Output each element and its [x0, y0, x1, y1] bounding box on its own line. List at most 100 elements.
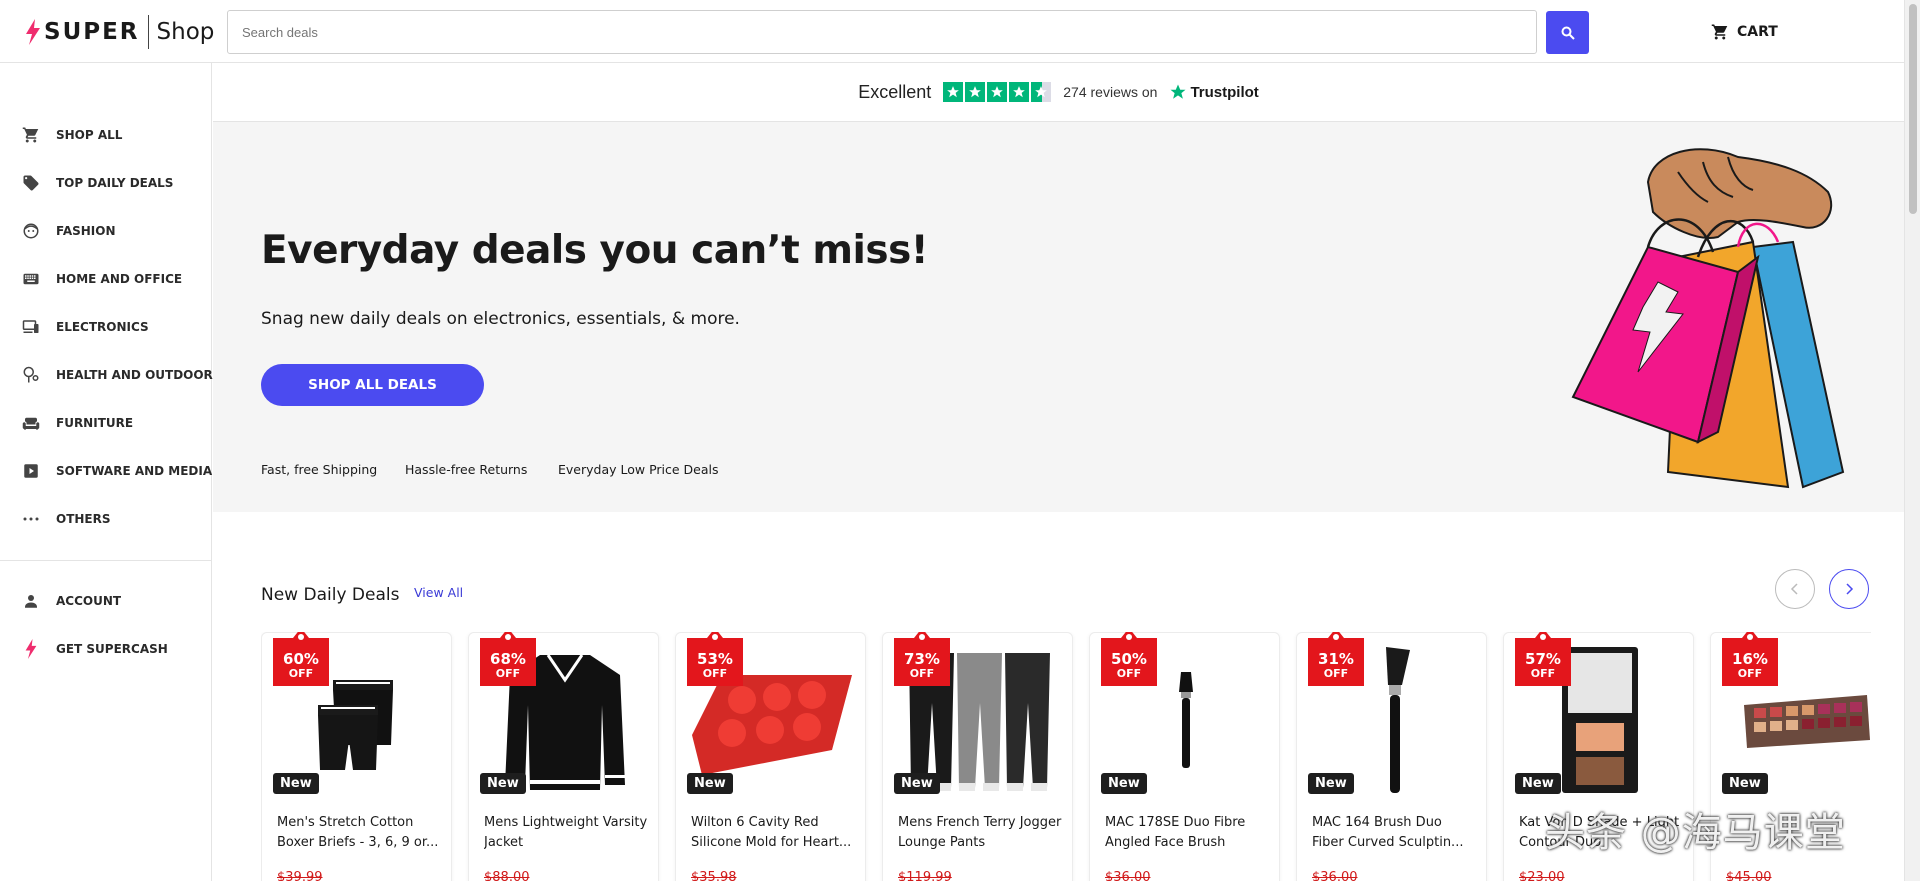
- product-card[interactable]: 60% OFF New Men's Stretch Cotton Boxer B…: [261, 632, 452, 881]
- tag-icon: [20, 172, 42, 194]
- original-price: $36.00: [1312, 870, 1358, 881]
- bolt-logo-icon: [26, 19, 40, 45]
- original-price: $23.00: [1519, 870, 1565, 881]
- discount-badge: 57% OFF: [1515, 632, 1571, 686]
- view-all-link[interactable]: View All: [414, 585, 463, 600]
- new-badge: New: [1515, 773, 1561, 794]
- sidebar-item-shop-all[interactable]: SHOP ALL: [20, 123, 122, 147]
- outdoor-icon: [20, 364, 42, 386]
- original-price: $39.99: [277, 870, 323, 881]
- sidebar-item-software-and-media[interactable]: SOFTWARE AND MEDIA: [20, 459, 212, 483]
- sidebar-item-label: SHOP ALL: [56, 128, 123, 142]
- logo[interactable]: SUPER Shop: [24, 14, 214, 50]
- sidebar-item-home-and-office[interactable]: HOME AND OFFICE: [20, 267, 182, 291]
- original-price: $35.98: [691, 870, 737, 881]
- person-icon: [20, 590, 42, 612]
- shopping-bags-illustration: [1571, 148, 1845, 489]
- sidebar-item-label: HEALTH AND OUTDOOR: [56, 368, 213, 382]
- discount-off-label: OFF: [702, 667, 728, 680]
- feature-low-price: Everyday Low Price Deals: [558, 462, 719, 477]
- star-icon: [987, 82, 1008, 102]
- keyboard-icon: [20, 268, 42, 290]
- sidebar-item-electronics[interactable]: ELECTRONICS: [20, 315, 149, 339]
- play-icon: [20, 460, 42, 482]
- rating-stars: [943, 82, 1052, 102]
- chevron-right-icon: [1846, 583, 1854, 595]
- new-badge: New: [1308, 773, 1354, 794]
- discount-percent: 73%: [904, 650, 940, 668]
- discount-badge: 73% OFF: [894, 632, 950, 686]
- sidebar-item-label: TOP DAILY DEALS: [56, 176, 174, 190]
- devices-icon: [20, 316, 42, 338]
- discount-off-label: OFF: [1530, 667, 1556, 680]
- sofa-icon: [20, 412, 42, 434]
- sidebar-item-others[interactable]: OTHERS: [20, 507, 111, 531]
- new-badge: New: [1101, 773, 1147, 794]
- chevron-left-icon: [1790, 583, 1798, 595]
- sidebar-item-label: FASHION: [56, 224, 116, 238]
- product-card[interactable]: 68% OFF New Mens Lightweight Varsity Jac…: [468, 632, 659, 881]
- product-name[interactable]: MAC 164 Brush Duo Fiber Curved Sculptin.…: [1312, 813, 1477, 853]
- cart-button[interactable]: CART: [1711, 20, 1778, 44]
- product-name[interactable]: Mens French Terry Jogger Lounge Pants: [898, 813, 1063, 853]
- shop-all-deals-button[interactable]: SHOP ALL DEALS: [261, 364, 484, 406]
- search-button[interactable]: [1546, 11, 1589, 54]
- sidebar-item-label: GET SUPERCASH: [56, 642, 168, 656]
- original-price: $36.00: [1105, 870, 1151, 881]
- discount-badge: 60% OFF: [273, 632, 329, 686]
- new-badge: New: [894, 773, 940, 794]
- discount-badge: 31% OFF: [1308, 632, 1364, 686]
- discount-off-label: OFF: [1737, 667, 1763, 680]
- star-icon: [965, 82, 986, 102]
- discount-badge: 68% OFF: [480, 632, 536, 686]
- search-icon: [1561, 26, 1575, 40]
- original-price: $45.00: [1726, 870, 1772, 881]
- discount-percent: 50%: [1111, 650, 1147, 668]
- product-name[interactable]: Mens Lightweight Varsity Jacket: [484, 813, 649, 853]
- logo-shop-text: Shop: [156, 19, 215, 45]
- sidebar-item-label: ACCOUNT: [56, 594, 122, 608]
- face-icon: [20, 220, 42, 242]
- sidebar-item-label: OTHERS: [56, 512, 111, 526]
- carousel-prev-button[interactable]: [1775, 569, 1815, 609]
- original-price: $88.00: [484, 870, 530, 881]
- discount-off-label: OFF: [909, 667, 935, 680]
- sidebar-item-furniture[interactable]: FURNITURE: [20, 411, 133, 435]
- search-input[interactable]: [227, 10, 1537, 54]
- sidebar-item-get-supercash[interactable]: GET SUPERCASH: [20, 637, 168, 661]
- sidebar-item-account[interactable]: ACCOUNT: [20, 589, 121, 613]
- product-name[interactable]: Wilton 6 Cavity Red Silicone Mold for He…: [691, 813, 856, 853]
- discount-percent: 68%: [490, 650, 526, 668]
- section-title: New Daily Deals: [261, 585, 400, 605]
- discount-percent: 53%: [697, 650, 733, 668]
- new-badge: New: [273, 773, 319, 794]
- cart-icon: [20, 124, 42, 146]
- page-scrollbar[interactable]: [1904, 0, 1920, 881]
- sidebar: SHOP ALL TOP DAILY DEALS FASHION HOME AN…: [0, 63, 213, 881]
- sidebar-item-top-daily-deals[interactable]: TOP DAILY DEALS: [20, 171, 173, 195]
- hero-title: Everyday deals you can’t miss!: [261, 228, 929, 273]
- new-badge: New: [1722, 773, 1768, 794]
- sidebar-item-health-and-outdoor[interactable]: HEALTH AND OUTDOOR: [20, 363, 213, 387]
- star-icon: [1009, 82, 1030, 102]
- logo-divider: [147, 15, 149, 49]
- new-badge: New: [687, 773, 733, 794]
- carousel-next-button[interactable]: [1829, 569, 1869, 609]
- discount-badge: 50% OFF: [1101, 632, 1157, 686]
- product-name[interactable]: MAC 178SE Duo Fibre Angled Face Brush: [1105, 813, 1270, 853]
- trustpilot-bar[interactable]: Excellent 274 reviews on Trustpilot: [213, 63, 1904, 122]
- sidebar-item-label: ELECTRONICS: [56, 320, 149, 334]
- half-star-icon: [1031, 82, 1052, 102]
- cart-icon: [1711, 24, 1728, 40]
- product-card[interactable]: 53% OFF New Wilton 6 Cavity Red Silicone…: [675, 632, 866, 881]
- sidebar-item-fashion[interactable]: FASHION: [20, 219, 116, 243]
- hero-banner: Everyday deals you can’t miss! Snag new …: [213, 122, 1904, 512]
- discount-off-label: OFF: [288, 667, 314, 680]
- discount-badge: 16% OFF: [1722, 632, 1778, 686]
- product-card[interactable]: 73% OFF New Mens French Terry Jogger Lou…: [882, 632, 1073, 881]
- product-card[interactable]: 50% OFF New MAC 178SE Duo Fibre Angled F…: [1089, 632, 1280, 881]
- discount-percent: 16%: [1732, 650, 1768, 668]
- product-name[interactable]: Men's Stretch Cotton Boxer Briefs - 3, 6…: [277, 813, 442, 853]
- product-card[interactable]: 31% OFF New MAC 164 Brush Duo Fiber Curv…: [1296, 632, 1487, 881]
- scrollbar-thumb[interactable]: [1909, 4, 1917, 214]
